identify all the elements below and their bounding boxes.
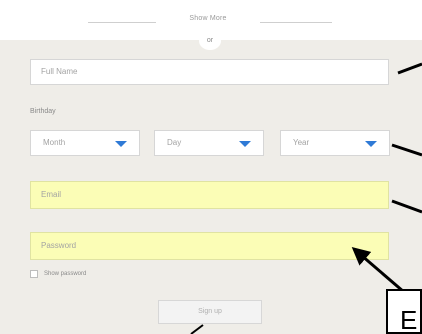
full-name-field[interactable]: Full Name bbox=[30, 59, 389, 85]
month-select[interactable]: Month bbox=[30, 130, 140, 156]
year-select[interactable]: Year bbox=[280, 130, 390, 156]
year-select-label: Year bbox=[293, 138, 310, 147]
show-more-link[interactable]: Show More bbox=[160, 15, 256, 22]
show-password-checkbox[interactable] bbox=[30, 270, 38, 278]
chevron-down-icon bbox=[239, 141, 251, 147]
birthday-label: Birthday bbox=[30, 108, 56, 115]
day-select[interactable]: Day bbox=[154, 130, 264, 156]
day-select-label: Day bbox=[167, 138, 182, 147]
chevron-down-icon bbox=[115, 141, 127, 147]
show-password-toggle[interactable]: Show password bbox=[30, 269, 86, 279]
password-field[interactable]: Password bbox=[30, 232, 389, 260]
signup-button[interactable]: Sign up bbox=[158, 300, 262, 324]
show-password-label: Show password bbox=[44, 271, 87, 277]
email-field[interactable]: Email bbox=[30, 181, 389, 209]
month-select-label: Month bbox=[43, 138, 66, 147]
chevron-down-icon bbox=[365, 141, 377, 147]
or-separator: or bbox=[199, 32, 221, 50]
annotation-label-box: E bbox=[386, 289, 422, 334]
divider-line-left bbox=[88, 22, 156, 23]
divider-line-right bbox=[260, 22, 332, 23]
